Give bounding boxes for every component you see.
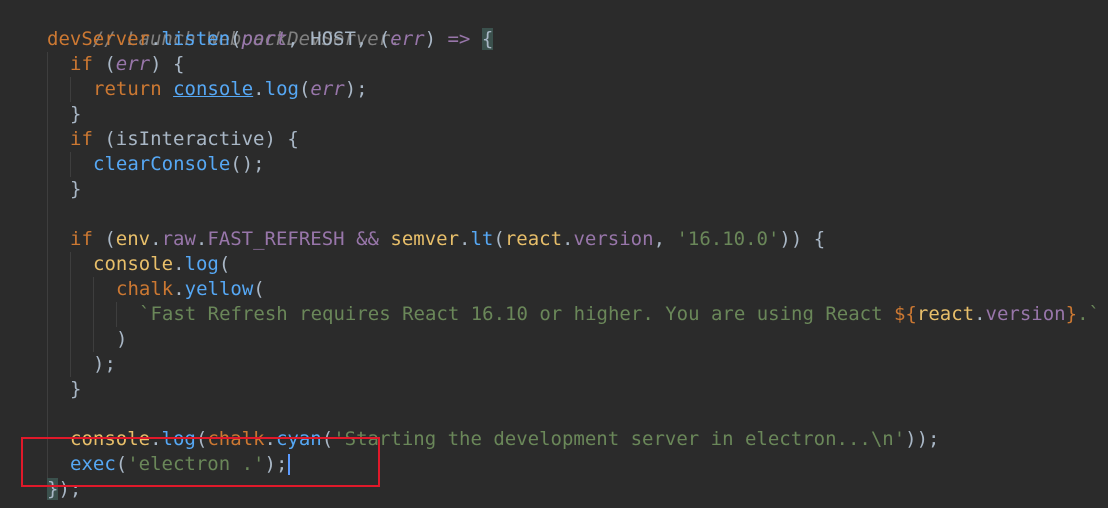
token: ( [230, 28, 242, 50]
token: err [115, 53, 151, 75]
token: )); [905, 428, 940, 450]
token: react [916, 303, 975, 325]
indent-guide [70, 152, 71, 177]
token: console [93, 253, 174, 275]
token: . [253, 78, 265, 100]
code-line[interactable]: if (env.raw.FAST_REFRESH && semver.lt(re… [70, 227, 825, 252]
indent-guide [70, 77, 71, 102]
token: clearConsole [93, 153, 231, 175]
token: err [310, 78, 345, 100]
token: '16.10.0' [676, 228, 780, 250]
token: . [459, 228, 471, 250]
indent-guide [70, 252, 71, 377]
token: FAST_REFRESH [207, 228, 345, 250]
token: } [70, 178, 82, 200]
matched-brace: { [481, 28, 494, 50]
token: lt [470, 228, 494, 250]
token: . [150, 228, 162, 250]
token: `Fast Refresh requires React 16.10 or hi… [139, 303, 894, 325]
code-line[interactable]: } [70, 177, 81, 202]
token: 'Starting the development server in elec… [333, 428, 906, 450]
token: ( [298, 78, 311, 100]
code-line[interactable]: devServer.listen(port, HOST, (err) => { [47, 27, 494, 52]
token: && [344, 228, 391, 250]
token: , [287, 28, 311, 50]
token: log [264, 78, 299, 100]
token: ( [493, 228, 505, 250]
token: ( [218, 253, 231, 275]
code-line[interactable]: if (isInteractive) { [70, 127, 299, 152]
token: } [1065, 303, 1078, 325]
code-line[interactable]: clearConsole(); [93, 152, 265, 177]
token: log [184, 253, 219, 275]
token: ); [93, 353, 116, 375]
token: version [985, 303, 1066, 325]
code-line[interactable]: } [70, 102, 81, 127]
token: . [173, 278, 185, 300]
indent-guide [116, 302, 117, 327]
token: semver [390, 228, 460, 250]
code-line[interactable]: if (err) { [70, 52, 184, 77]
code-line[interactable]: // Launch WebpackDevServer. [47, 2, 402, 50]
token: err [390, 28, 425, 50]
highlight-box [21, 437, 380, 487]
token: => [447, 28, 471, 50]
code-line[interactable]: return console.log(err); [93, 77, 368, 102]
code-line[interactable]: ) [116, 327, 127, 352]
token: ( [378, 28, 391, 50]
token: listen [161, 28, 231, 50]
token: ( [92, 128, 116, 150]
token: ) { [264, 128, 299, 150]
token: ${ [893, 303, 917, 325]
token: version [573, 228, 654, 250]
code-line[interactable]: chalk.yellow( [116, 277, 265, 302]
code-line[interactable]: } [70, 377, 81, 402]
token: react [504, 228, 563, 250]
token: . [562, 228, 574, 250]
token: . [149, 28, 162, 50]
token[interactable]: console [173, 78, 253, 100]
token: ) [424, 28, 448, 50]
token: } [70, 103, 82, 125]
indent-guide [47, 52, 48, 482]
token: ); [344, 78, 368, 100]
token: , [355, 28, 379, 50]
token: return [93, 78, 162, 100]
token: ( [92, 53, 116, 75]
token: .` [1077, 303, 1100, 325]
token: devServer [47, 28, 150, 50]
token: HOST [310, 28, 356, 50]
token: . [195, 228, 208, 250]
token: yellow [184, 278, 254, 300]
code-line[interactable]: ); [93, 352, 116, 377]
token: chalk [116, 278, 174, 300]
token: ) [116, 328, 128, 350]
token: , [653, 228, 677, 250]
token: )) { [779, 228, 826, 250]
code-editor[interactable]: // Launch WebpackDevServer. devServer.li… [0, 0, 1108, 508]
code-line[interactable]: console.log( [93, 252, 230, 277]
token: . [173, 253, 185, 275]
token: raw [161, 228, 196, 250]
token: ) { [150, 53, 185, 75]
token: } [70, 378, 82, 400]
token: ( [92, 228, 116, 250]
token: ( [253, 278, 265, 300]
token: port [241, 28, 288, 50]
token: isInteractive [115, 128, 265, 150]
token: if [70, 53, 93, 75]
token: if [70, 228, 93, 250]
token: (); [230, 153, 265, 175]
indent-guide [93, 277, 94, 352]
token: env [115, 228, 151, 250]
token: if [70, 128, 93, 150]
token: . [974, 303, 986, 325]
code-line[interactable]: `Fast Refresh requires React 16.10 or hi… [139, 302, 1100, 327]
